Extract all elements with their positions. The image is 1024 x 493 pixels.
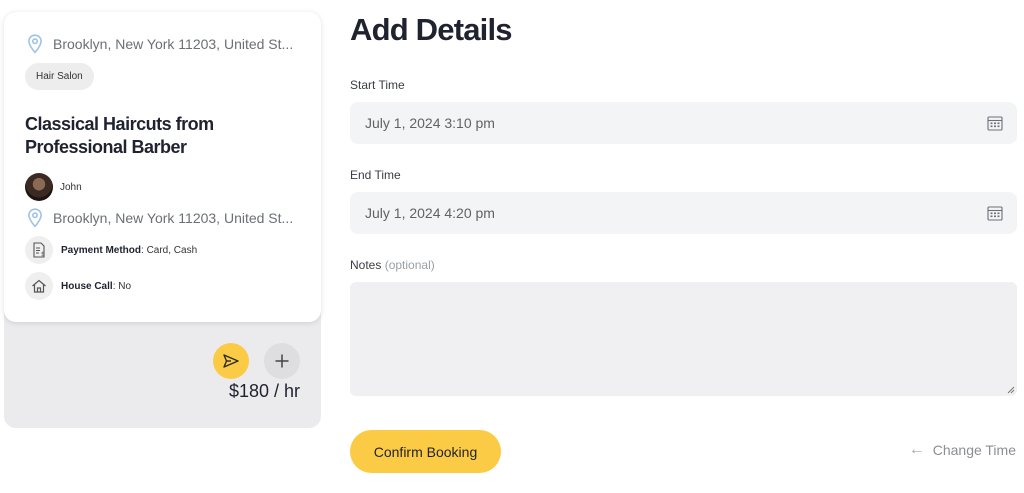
start-time-value: July 1, 2024 3:10 pm (365, 115, 495, 131)
price: $180 / hr (228, 381, 300, 401)
notes-optional-hint: (optional) (384, 258, 435, 272)
payment-method-row: $ Payment Method : Card, Cash (25, 236, 197, 264)
receipt-icon: $ (25, 236, 53, 264)
house-call-row: House Call : No (25, 272, 131, 300)
location-row-secondary: Brooklyn, New York 11203, United St... (27, 208, 293, 228)
avatar (25, 173, 53, 201)
payment-method-value: : Card, Cash (141, 244, 198, 256)
change-time-link[interactable]: ← Change Time (909, 441, 1016, 459)
end-time-field[interactable]: July 1, 2024 4:20 pm (350, 192, 1017, 234)
location-pin-icon (28, 208, 42, 228)
start-time-field[interactable]: July 1, 2024 3:10 pm (350, 102, 1017, 144)
end-time-value: July 1, 2024 4:20 pm (365, 205, 495, 221)
payment-method-label: Payment Method (61, 244, 142, 256)
author[interactable]: John (25, 173, 82, 201)
svg-text:$: $ (41, 251, 45, 258)
notes-label-text: Notes (350, 258, 382, 272)
author-name: John (60, 181, 82, 193)
start-time-label: Start Time (350, 78, 405, 92)
send-icon (223, 354, 239, 368)
send-button[interactable] (213, 343, 249, 379)
location-row: Brooklyn, New York 11203, United St... (27, 34, 293, 54)
location-pin-icon (28, 34, 42, 54)
calendar-icon[interactable] (987, 115, 1003, 131)
notes-label: Notes (optional) (350, 258, 435, 272)
arrow-left-icon: ← (908, 441, 925, 458)
calendar-icon[interactable] (987, 205, 1003, 221)
house-icon (25, 272, 53, 300)
notes-textarea[interactable] (350, 282, 1017, 396)
category-tag[interactable]: Hair Salon (25, 63, 94, 90)
listing-card[interactable]: Brooklyn, New York 11203, United St... H… (4, 12, 321, 322)
add-button[interactable] (264, 343, 300, 379)
listing-card-container: Brooklyn, New York 11203, United St... H… (4, 12, 321, 428)
end-time-label: End Time (350, 168, 401, 182)
house-call-value: : No (112, 280, 132, 292)
location-text-secondary: Brooklyn, New York 11203, United St... (53, 210, 294, 226)
confirm-booking-button[interactable]: Confirm Booking (350, 430, 501, 473)
listing-title[interactable]: Classical Haircuts from Professional Bar… (25, 113, 285, 159)
change-time-label: Change Time (932, 442, 1016, 458)
house-call-label: House Call (61, 280, 113, 292)
resize-handle-icon[interactable] (1007, 386, 1015, 394)
page-title: Add Details (350, 12, 513, 47)
plus-icon (275, 354, 289, 368)
location-text: Brooklyn, New York 11203, United St... (53, 36, 294, 52)
